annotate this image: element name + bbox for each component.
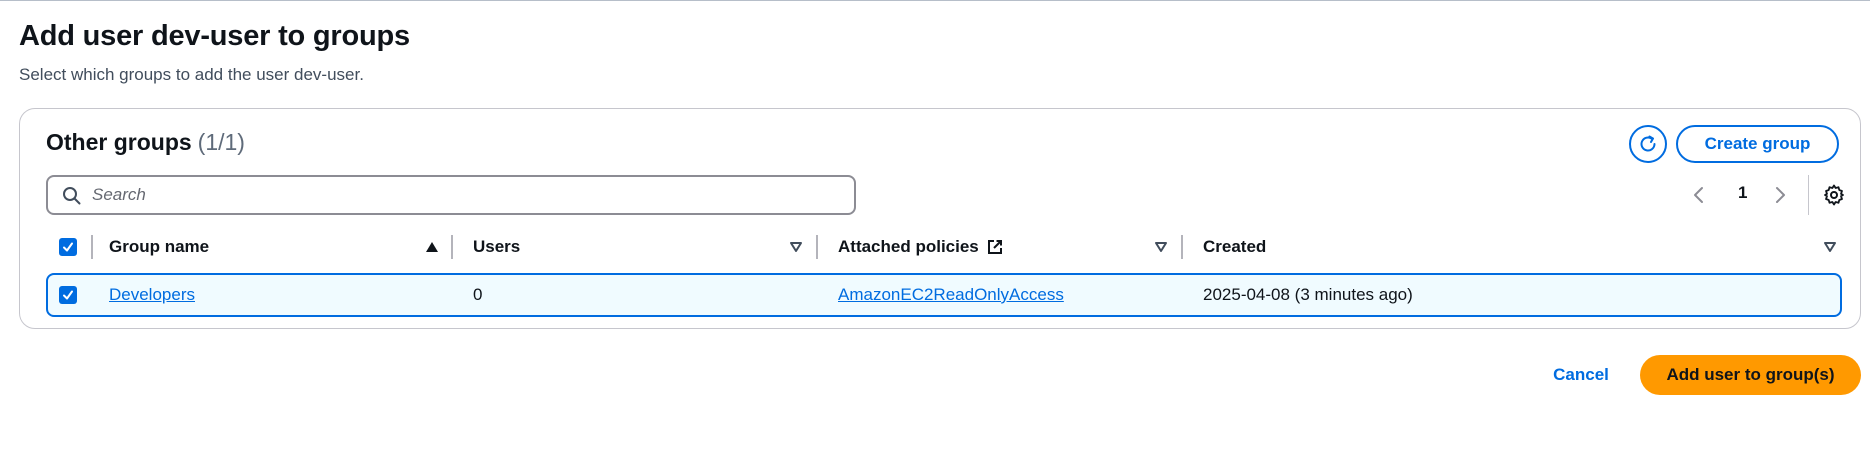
panel-title: Other groups (1/1)	[46, 129, 245, 156]
created-cell: 2025-04-08 (3 minutes ago)	[1203, 285, 1413, 304]
table-header-row: Group name Users Attached policies Creat…	[46, 227, 1842, 267]
sort-icon[interactable]	[788, 239, 804, 255]
select-all-checkbox[interactable]	[59, 238, 77, 256]
search-field[interactable]	[46, 175, 856, 215]
column-header-attached-policies[interactable]: Attached policies	[838, 227, 1003, 267]
row-select-cell	[59, 275, 77, 315]
users-cell: 0	[473, 285, 483, 304]
policy-link[interactable]: AmazonEC2ReadOnlyAccess	[838, 285, 1064, 305]
gear-icon[interactable]	[1822, 183, 1846, 207]
external-link-icon	[987, 240, 1002, 254]
select-all-cell	[59, 227, 77, 267]
search-icon	[63, 187, 81, 205]
table-row[interactable]: Developers 0 AmazonEC2ReadOnlyAccess 202…	[46, 273, 1842, 317]
refresh-icon	[1640, 135, 1656, 152]
groups-table-container: Other groups(1/1) Create group 1	[19, 108, 1861, 329]
page-title: Add user dev-user to groups	[19, 20, 410, 52]
row-checkbox[interactable]	[59, 286, 77, 304]
top-divider	[0, 0, 1870, 3]
policies-cell: AmazonEC2ReadOnlyAccess	[838, 275, 1064, 315]
refresh-button[interactable]	[1629, 125, 1667, 163]
column-header-created[interactable]: Created	[1203, 227, 1266, 267]
sort-icon[interactable]	[1822, 239, 1838, 255]
cancel-button[interactable]: Cancel	[1536, 356, 1626, 394]
chevron-right-icon[interactable]	[1772, 183, 1788, 207]
panel-title-text: Other groups	[46, 129, 192, 155]
checkmark-icon	[63, 290, 73, 300]
column-separator	[451, 235, 453, 259]
group-name-link[interactable]: Developers	[109, 285, 195, 305]
pagination-divider	[1808, 175, 1809, 215]
group-name-cell: Developers	[109, 275, 195, 315]
panel-count: (1/1)	[197, 129, 245, 155]
add-user-to-groups-button[interactable]: Add user to group(s)	[1640, 355, 1861, 395]
column-separator	[816, 235, 818, 259]
chevron-left-icon[interactable]	[1691, 183, 1707, 207]
column-separator	[91, 235, 93, 259]
page-number[interactable]: 1	[1738, 183, 1747, 203]
sort-ascending-icon[interactable]	[424, 239, 440, 255]
search-input[interactable]	[92, 177, 842, 213]
column-header-group-name[interactable]: Group name	[109, 227, 209, 267]
sort-icon[interactable]	[1153, 239, 1169, 255]
create-group-button[interactable]: Create group	[1676, 125, 1839, 163]
column-separator	[1181, 235, 1183, 259]
page-description: Select which groups to add the user dev-…	[19, 65, 364, 84]
checkmark-icon	[63, 242, 73, 252]
column-header-users[interactable]: Users	[473, 227, 520, 267]
column-header-attached-policies-label: Attached policies	[838, 237, 979, 256]
